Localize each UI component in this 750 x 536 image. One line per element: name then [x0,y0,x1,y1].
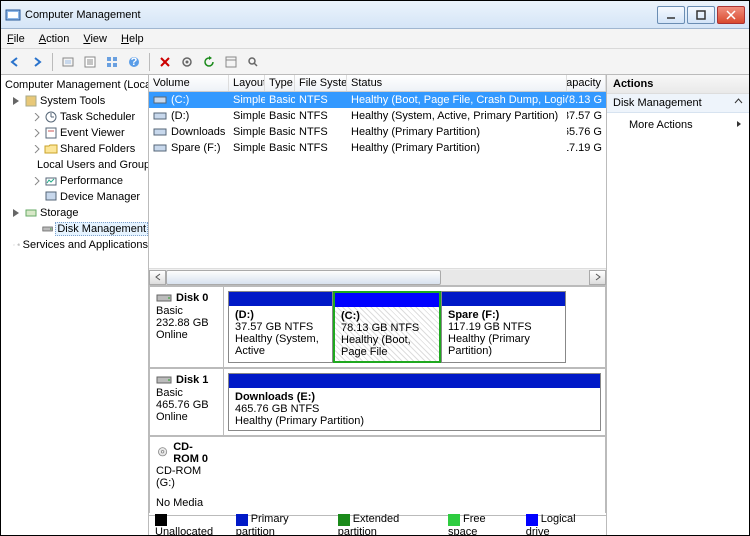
tree-task-scheduler[interactable]: Task Scheduler [1,109,148,125]
volume-row[interactable]: (D:) Simple Basic NTFS Healthy (System, … [149,108,606,124]
disk-map: Disk 0 Basic 232.88 GB Online (D:)37.57 … [149,285,606,515]
disk-row: CD-ROM 0 CD-ROM (G:) No Media [149,436,606,513]
legend-unallocated-swatch [155,514,167,526]
tree-event-viewer[interactable]: Event Viewer [1,125,148,141]
more-actions[interactable]: More Actions [607,113,749,137]
legend-free-swatch [448,514,460,526]
toolbar: ? [1,49,749,75]
collapse-arrow-icon [734,97,743,109]
delete-icon[interactable] [155,52,175,72]
close-button[interactable] [717,6,745,24]
menu-view[interactable]: View [83,33,107,45]
menu-file[interactable]: File [7,33,25,45]
legend-primary-swatch [236,514,248,526]
services-icon [17,238,20,252]
tree-root[interactable]: Computer Management (Local [1,77,148,93]
views-button[interactable] [102,52,122,72]
event-icon [44,126,58,140]
forward-button[interactable] [27,52,47,72]
titlebar: Computer Management [1,1,749,29]
menu-action[interactable]: Action [39,33,70,45]
partition-e[interactable]: Downloads (E:)465.76 GB NTFSHealthy (Pri… [228,373,601,431]
menubar: File Action View Help [1,29,749,49]
disk-row: Disk 0 Basic 232.88 GB Online (D:)37.57 … [149,286,606,368]
back-button[interactable] [5,52,25,72]
drive-icon [153,110,167,122]
partition-d[interactable]: (D:)37.57 GB NTFSHealthy (System, Active [228,291,333,363]
settings-icon[interactable] [177,52,197,72]
list-icon[interactable] [221,52,241,72]
scroll-left-button[interactable] [149,270,166,285]
partition-c[interactable]: (C:)78.13 GB NTFSHealthy (Boot, Page Fil… [333,291,441,363]
scroll-thumb[interactable] [166,270,441,285]
legend-logical-swatch [526,514,538,526]
tree-performance[interactable]: Performance [1,173,148,189]
tree-shared-folders[interactable]: Shared Folders [1,141,148,157]
tree-device-manager[interactable]: Device Manager [1,189,148,205]
device-icon [44,190,58,204]
clock-icon [44,110,58,124]
submenu-arrow-icon [735,119,743,131]
volume-list: Volume Layout Type File System Status Ca… [149,75,606,285]
tree-services[interactable]: Services and Applications [1,237,148,253]
drive-icon [153,142,167,154]
drive-icon [153,94,167,106]
scroll-right-button[interactable] [589,270,606,285]
actions-section[interactable]: Disk Management [607,94,749,113]
expand-icon[interactable] [33,177,42,186]
minimize-button[interactable] [657,6,685,24]
find-icon[interactable] [243,52,263,72]
help-button[interactable]: ? [124,52,144,72]
legend: Unallocated Primary partition Extended p… [149,515,606,535]
harddisk-icon [156,291,172,305]
expand-icon[interactable] [13,241,15,250]
col-capacity[interactable]: Capacity [567,75,606,91]
storage-icon [24,206,38,220]
menu-help[interactable]: Help [121,33,144,45]
expand-icon[interactable] [33,145,42,154]
properties-button[interactable] [80,52,100,72]
tree-storage[interactable]: Storage [1,205,148,221]
col-status[interactable]: Status [347,75,567,91]
center-pane: Volume Layout Type File System Status Ca… [149,75,607,535]
actions-header: Actions [607,75,749,94]
tree-disk-management[interactable]: Disk Management [1,221,148,237]
tools-icon [24,94,38,108]
cdrom-icon [156,446,169,460]
navigation-tree[interactable]: Computer Management (Local System Tools … [1,75,149,535]
collapse-icon[interactable] [13,97,22,106]
drive-icon [153,126,167,138]
window-title: Computer Management [25,9,657,21]
performance-icon [44,174,58,188]
partition-f[interactable]: Spare (F:)117.19 GB NTFSHealthy (Primary… [441,291,566,363]
up-button[interactable] [58,52,78,72]
maximize-button[interactable] [687,6,715,24]
col-filesystem[interactable]: File System [295,75,347,91]
col-layout[interactable]: Layout [229,75,265,91]
volume-row[interactable]: Downloads (E:) Simple Basic NTFS Healthy… [149,124,606,140]
col-volume[interactable]: Volume [149,75,229,91]
collapse-icon[interactable] [13,209,22,218]
folder-share-icon [44,142,58,156]
col-type[interactable]: Type [265,75,295,91]
svg-text:?: ? [131,56,138,68]
legend-extended-swatch [338,514,350,526]
horizontal-scrollbar[interactable] [149,268,606,285]
expand-icon[interactable] [33,129,42,138]
column-headers: Volume Layout Type File System Status Ca… [149,75,606,92]
disk-row: Disk 1 Basic 465.76 GB Online Downloads … [149,368,606,436]
refresh-icon[interactable] [199,52,219,72]
volume-row[interactable]: (C:) Simple Basic NTFS Healthy (Boot, Pa… [149,92,606,108]
actions-pane: Actions Disk Management More Actions [607,75,749,535]
disk-icon [42,222,53,236]
volume-row[interactable]: Spare (F:) Simple Basic NTFS Healthy (Pr… [149,140,606,156]
computer-management-window: Computer Management File Action View Hel… [0,0,750,536]
app-icon [5,7,21,23]
harddisk-icon [156,373,172,387]
tree-local-users[interactable]: Local Users and Groups [1,157,148,173]
expand-icon[interactable] [33,113,42,122]
tree-system-tools[interactable]: System Tools [1,93,148,109]
